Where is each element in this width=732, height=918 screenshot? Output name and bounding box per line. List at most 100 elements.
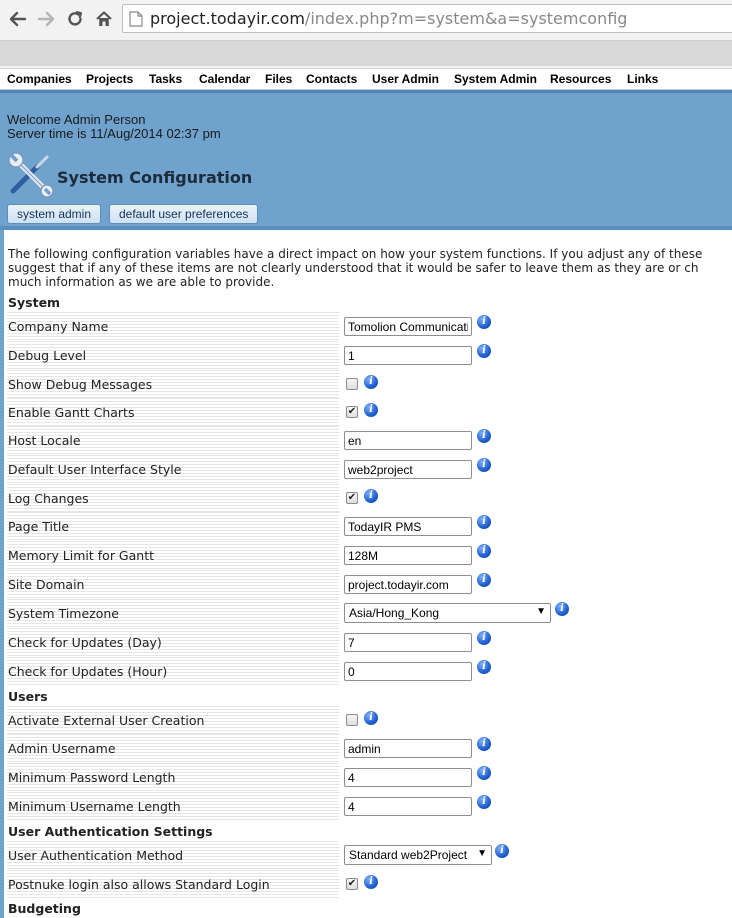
- welcome-text: Welcome Admin Person: [7, 112, 146, 127]
- debug-level-input[interactable]: [344, 346, 472, 365]
- gantt-checkbox[interactable]: ✔: [346, 406, 358, 418]
- label-ext-users: Activate External User Creation: [7, 706, 339, 734]
- reload-icon[interactable]: [63, 7, 87, 31]
- info-icon[interactable]: i: [477, 315, 491, 329]
- row-min-username: Minimum Username Length i: [7, 792, 732, 821]
- row-min-password: Minimum Password Length i: [7, 763, 732, 792]
- intro-line-1: The following configuration variables ha…: [8, 247, 703, 261]
- menu-calendar[interactable]: Calendar: [199, 72, 250, 86]
- log-changes-checkbox[interactable]: ✔: [346, 492, 358, 504]
- info-icon[interactable]: i: [364, 403, 378, 417]
- intro-text: The following configuration variables ha…: [8, 247, 732, 289]
- menu-projects[interactable]: Projects: [86, 72, 133, 86]
- admin-username-input[interactable]: [344, 739, 472, 758]
- updates-hour-input[interactable]: [344, 662, 472, 681]
- memory-limit-input[interactable]: [344, 546, 472, 565]
- info-icon[interactable]: i: [477, 660, 491, 674]
- address-bar[interactable]: project.todayir.com/index.php?m=system&a…: [122, 4, 732, 33]
- auth-method-value: Standard web2Project: [349, 848, 468, 862]
- url-host: project.todayir.com: [150, 9, 305, 28]
- row-debug-level: Debug Level i: [7, 341, 732, 370]
- show-debug-checkbox[interactable]: [346, 378, 358, 390]
- row-memory-limit: Memory Limit for Gantt i: [7, 541, 732, 570]
- info-icon[interactable]: i: [477, 573, 491, 587]
- row-gantt: Enable Gantt Charts ✔ i: [7, 398, 732, 427]
- label-min-username: Minimum Username Length: [7, 792, 339, 820]
- menu-links[interactable]: Links: [627, 72, 658, 86]
- label-log-changes: Log Changes: [7, 484, 339, 512]
- menu-system-admin[interactable]: System Admin: [454, 72, 537, 86]
- info-icon[interactable]: i: [477, 458, 491, 472]
- intro-line-3: much information as we are able to provi…: [8, 275, 275, 289]
- row-log-changes: Log Changes ✔ i: [7, 484, 732, 513]
- forward-arrow-icon[interactable]: [34, 7, 58, 31]
- info-icon[interactable]: i: [477, 544, 491, 558]
- page-title-input[interactable]: [344, 517, 472, 536]
- row-show-debug: Show Debug Messages i: [7, 370, 732, 399]
- menu-files[interactable]: Files: [265, 72, 292, 86]
- info-icon[interactable]: i: [364, 711, 378, 725]
- label-ui-style: Default User Interface Style: [7, 455, 339, 483]
- row-company-name: Company Name i: [7, 312, 732, 341]
- timezone-value: Asia/Hong_Kong: [349, 606, 440, 620]
- info-icon[interactable]: i: [477, 795, 491, 809]
- config-form: The following configuration variables ha…: [0, 230, 732, 918]
- row-timezone: System Timezone Asia/Hong_Kong ▼ i: [7, 599, 732, 628]
- back-arrow-icon[interactable]: [6, 7, 30, 31]
- page-title: System Configuration: [57, 168, 253, 187]
- row-ui-style: Default User Interface Style i: [7, 455, 732, 484]
- ui-style-input[interactable]: [344, 460, 472, 479]
- menu-contacts[interactable]: Contacts: [306, 72, 357, 86]
- info-icon[interactable]: i: [364, 875, 378, 889]
- row-auth-method: User Authentication Method Standard web2…: [7, 841, 732, 870]
- postnuke-checkbox[interactable]: ✔: [346, 878, 358, 890]
- menu-resources[interactable]: Resources: [550, 72, 611, 86]
- label-host-locale: Host Locale: [7, 426, 339, 454]
- menu-companies[interactable]: Companies: [7, 72, 72, 86]
- info-icon[interactable]: i: [477, 429, 491, 443]
- main-menu: Companies Projects Tasks Calendar Files …: [0, 68, 732, 90]
- info-icon[interactable]: i: [495, 844, 509, 858]
- label-postnuke: Postnuke login also allows Standard Logi…: [7, 870, 339, 898]
- section-budgeting: Budgeting: [8, 901, 81, 916]
- section-users: Users: [8, 689, 48, 704]
- label-show-debug: Show Debug Messages: [7, 370, 339, 398]
- welcome-block: Welcome Admin Person Server time is 11/A…: [7, 113, 221, 141]
- row-admin-username: Admin Username i: [7, 734, 732, 763]
- company-name-input[interactable]: [344, 317, 472, 336]
- timezone-select[interactable]: Asia/Hong_Kong ▼: [344, 603, 551, 623]
- menu-tasks[interactable]: Tasks: [149, 72, 182, 86]
- page-header: Welcome Admin Person Server time is 11/A…: [0, 90, 732, 230]
- intro-line-2: suggest that if any of these items are n…: [8, 261, 699, 275]
- info-icon[interactable]: i: [364, 489, 378, 503]
- min-password-input[interactable]: [344, 768, 472, 787]
- server-time: Server time is 11/Aug/2014 02:37 pm: [7, 126, 221, 141]
- row-page-title: Page Title i: [7, 512, 732, 541]
- crumb-system-admin[interactable]: system admin: [7, 204, 102, 224]
- auth-method-select[interactable]: Standard web2Project ▼: [344, 845, 492, 865]
- crumb-default-user-prefs[interactable]: default user preferences: [109, 204, 259, 224]
- host-locale-input[interactable]: [344, 431, 472, 450]
- row-site-domain: Site Domain i: [7, 570, 732, 599]
- url-text: project.todayir.com/index.php?m=system&a…: [150, 9, 627, 28]
- info-icon[interactable]: i: [477, 344, 491, 358]
- info-icon[interactable]: i: [477, 766, 491, 780]
- row-updates-day: Check for Updates (Day) i: [7, 628, 732, 657]
- site-domain-input[interactable]: [344, 575, 472, 594]
- info-icon[interactable]: i: [555, 602, 569, 616]
- label-timezone: System Timezone: [7, 599, 339, 627]
- label-updates-hour: Check for Updates (Hour): [7, 657, 339, 685]
- label-site-domain: Site Domain: [7, 570, 339, 598]
- info-icon[interactable]: i: [477, 737, 491, 751]
- label-updates-day: Check for Updates (Day): [7, 628, 339, 656]
- home-icon[interactable]: [92, 7, 116, 31]
- menu-user-admin[interactable]: User Admin: [372, 72, 439, 86]
- info-icon[interactable]: i: [477, 515, 491, 529]
- chevron-down-icon: ▼: [536, 606, 546, 617]
- info-icon[interactable]: i: [477, 631, 491, 645]
- row-host-locale: Host Locale i: [7, 426, 732, 455]
- min-username-input[interactable]: [344, 797, 472, 816]
- info-icon[interactable]: i: [364, 375, 378, 389]
- ext-users-checkbox[interactable]: [346, 714, 358, 726]
- updates-day-input[interactable]: [344, 633, 472, 652]
